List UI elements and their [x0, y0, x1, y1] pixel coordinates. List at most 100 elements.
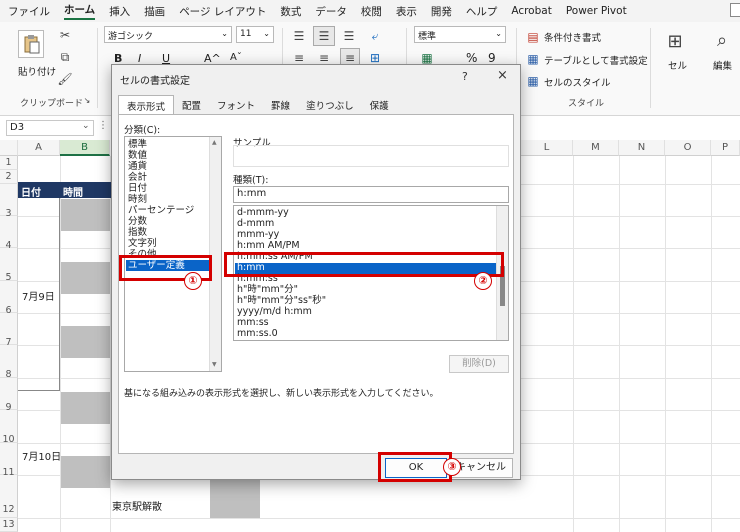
category-list[interactable]: 標準 数値 通貨 会計 日付 時刻 パーセンテージ 分数 指数 文字列 その他 … [124, 136, 222, 372]
tab-alignment[interactable]: 配置 [174, 95, 209, 113]
category-item[interactable]: 会計 [128, 172, 147, 183]
category-item[interactable]: 数値 [128, 150, 147, 161]
delete-button[interactable]: 削除(D) [449, 355, 509, 373]
format-item[interactable]: mm:ss [237, 317, 269, 329]
wrap-text-icon[interactable]: ⤶ [366, 28, 384, 44]
time-cell[interactable] [61, 392, 110, 424]
tab-insert[interactable]: 挿入 [109, 4, 130, 19]
tab-review[interactable]: 校閲 [361, 4, 382, 19]
row-header-2[interactable]: 2 [0, 170, 18, 184]
paste-label[interactable]: 貼り付け [18, 64, 56, 78]
time-cell[interactable] [61, 262, 110, 294]
comma-button[interactable]: 9 [488, 51, 496, 65]
category-item[interactable]: 時刻 [128, 194, 147, 205]
column-header-m[interactable]: M [573, 140, 619, 156]
tab-border[interactable]: 罫線 [263, 95, 298, 113]
name-box[interactable]: D3 [6, 120, 94, 136]
number-format-select[interactable]: 標準 ⌄ [414, 26, 506, 43]
category-item[interactable]: 標準 [128, 139, 147, 150]
category-scrollbar[interactable]: ▲ ▼ [209, 137, 221, 371]
format-as-table-button[interactable]: テーブルとして書式設定 [544, 53, 648, 67]
chevron-down-icon[interactable]: ⌄ [82, 121, 90, 131]
select-all-corner[interactable] [0, 140, 18, 156]
tab-fill[interactable]: 塗りつぶし [298, 95, 362, 113]
comment-icon[interactable] [730, 3, 740, 17]
align-top-icon[interactable]: ☰ [290, 28, 308, 44]
column-header-n[interactable]: N [619, 140, 665, 156]
shrink-font-button[interactable]: Aˇ [230, 52, 242, 63]
tab-developer[interactable]: 開発 [431, 4, 452, 19]
column-header-a[interactable]: A [18, 140, 60, 156]
column-header-p[interactable]: P [711, 140, 740, 156]
help-button[interactable]: ? [462, 70, 468, 83]
row-header-5[interactable]: 5 [0, 248, 18, 283]
category-item[interactable]: 分数 [128, 216, 147, 227]
cut-icon[interactable]: ✂ [58, 28, 72, 42]
align-middle-icon[interactable]: ☰ [313, 26, 335, 46]
format-item[interactable]: yyyy/m/d h:mm [237, 306, 312, 318]
tab-number-format[interactable]: 表示形式 [118, 95, 175, 115]
font-name-select[interactable]: 游ゴシック ⌄ [104, 26, 232, 43]
row-header-12[interactable]: 12 [0, 475, 18, 518]
format-item[interactable]: d-mmm-yy [237, 207, 289, 219]
format-item[interactable]: mm:ss.0 [237, 328, 278, 340]
type-input[interactable]: h:mm [233, 186, 509, 203]
row-header-1[interactable]: 1 [0, 156, 18, 170]
edit-label[interactable]: 編集 [713, 58, 732, 72]
category-item[interactable]: 通貨 [128, 161, 147, 172]
scroll-up-icon[interactable]: ▲ [212, 139, 217, 146]
tab-protection[interactable]: 保護 [362, 95, 397, 113]
tab-draw[interactable]: 描画 [144, 4, 165, 19]
row-header-13[interactable]: 13 [0, 518, 18, 532]
scroll-down-icon[interactable]: ▼ [212, 361, 217, 368]
font-size-select[interactable]: 11 ⌄ [236, 26, 274, 43]
search-icon[interactable]: ⌕ [710, 28, 734, 52]
tab-formulas[interactable]: 数式 [280, 4, 301, 19]
header-cell-date[interactable]: 日付 [18, 182, 60, 199]
cell-styles-button[interactable]: セルのスタイル [544, 75, 611, 89]
tab-acrobat[interactable]: Acrobat [511, 5, 552, 17]
align-bottom-icon[interactable]: ☰ [340, 28, 358, 44]
time-cell[interactable] [61, 326, 110, 358]
cell-styles-icon[interactable]: ▦ [526, 74, 540, 88]
row-header-8[interactable]: 8 [0, 345, 18, 380]
tab-page-layout[interactable]: ページ レイアウト [179, 4, 266, 19]
row-header-10[interactable]: 10 [0, 410, 18, 445]
time-cell[interactable] [61, 456, 110, 488]
format-item[interactable]: mmm-yy [237, 229, 279, 241]
dialog-launcher-icon[interactable]: ↘ [82, 94, 92, 106]
formula-bar-handle[interactable]: ⋮ [98, 120, 108, 131]
tab-data[interactable]: データ [315, 4, 347, 19]
category-item[interactable]: パーセンテージ [128, 205, 194, 216]
header-cell-time[interactable]: 時間 [60, 182, 111, 199]
category-item[interactable]: 日付 [128, 183, 147, 194]
row-header-9[interactable]: 9 [0, 378, 18, 413]
format-item[interactable]: h:mm AM/PM [237, 240, 300, 252]
row-header-11[interactable]: 11 [0, 443, 18, 478]
column-header-o[interactable]: O [665, 140, 711, 156]
close-icon[interactable]: × [497, 68, 508, 83]
tab-home[interactable]: ホーム [64, 2, 96, 20]
row-header-7[interactable]: 7 [0, 313, 18, 348]
row-header-6[interactable]: 6 [0, 281, 18, 316]
format-item[interactable]: h"時"mm"分"ss"秒" [237, 295, 326, 307]
format-item[interactable]: h"時"mm"分" [237, 284, 298, 296]
row-header-3[interactable]: 3 [0, 184, 18, 219]
tab-power-pivot[interactable]: Power Pivot [566, 5, 627, 17]
format-painter-icon[interactable]: 🖌 [57, 72, 72, 86]
tab-file[interactable]: ファイル [8, 4, 50, 19]
tab-font[interactable]: フォント [209, 95, 263, 113]
time-cell[interactable] [61, 199, 110, 231]
category-item[interactable]: 指数 [128, 227, 147, 238]
time-cell[interactable] [210, 480, 260, 518]
column-header-l[interactable]: L [521, 140, 573, 156]
column-header-b[interactable]: B [60, 140, 110, 156]
tab-view[interactable]: 表示 [396, 4, 417, 19]
format-item[interactable]: d-mmm [237, 218, 274, 230]
copy-icon[interactable]: ⧉ [58, 50, 72, 64]
cells-label[interactable]: セル [668, 58, 687, 72]
conditional-format-icon[interactable]: ▤ [526, 30, 540, 44]
category-item[interactable]: 文字列 [128, 238, 157, 249]
percent-button[interactable]: % [466, 51, 477, 65]
row-header-4[interactable]: 4 [0, 216, 18, 251]
